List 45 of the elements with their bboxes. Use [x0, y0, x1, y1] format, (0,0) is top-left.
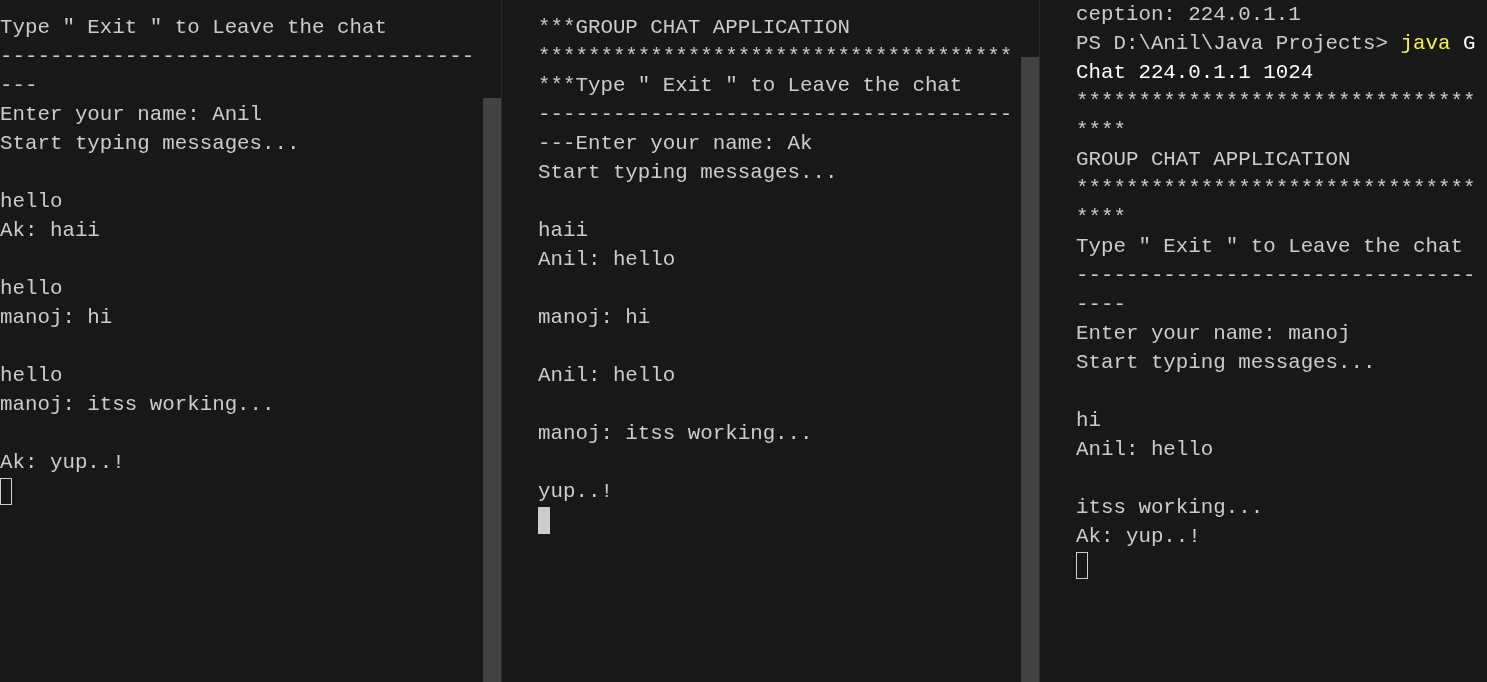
- argument-text: G: [1461, 32, 1476, 55]
- terminal-line: ***Type " Exit " to Leave the chat: [538, 73, 964, 99]
- terminal-line: ***GROUP CHAT APPLICATION: [538, 15, 851, 41]
- terminal-line: hello: [0, 276, 64, 302]
- terminal-line: hello: [0, 189, 64, 215]
- terminal-line: Anil: hello: [1076, 437, 1215, 463]
- terminal-line: Anil: hello: [538, 247, 677, 273]
- terminal-line: --------------------------------: [1076, 263, 1477, 289]
- terminal-line: manoj: hi: [538, 305, 652, 331]
- prompt-text: PS D:\Anil\Java Projects>: [1076, 32, 1389, 55]
- terminal-line: ****: [1076, 205, 1127, 231]
- terminal-line: itss working...: [1076, 495, 1265, 521]
- terminal-line: --------------------------------------: [538, 102, 1014, 128]
- terminal-line: ----: [1076, 292, 1127, 318]
- terminal-line: haii: [538, 218, 589, 244]
- terminal-line: Ak: yup..!: [0, 450, 126, 476]
- terminal-line: GROUP CHAT APPLICATION: [1076, 147, 1352, 173]
- terminal-line: ---Enter your name: Ak: [538, 131, 814, 157]
- terminal-line: Ak: haii: [0, 218, 101, 244]
- scrollbar-thumb[interactable]: [1021, 57, 1039, 682]
- terminal-line: manoj: hi: [0, 305, 114, 331]
- terminal-line: Start typing messages...: [1076, 350, 1377, 376]
- argument-text: Chat 224.0.1.1 1024: [1076, 61, 1314, 84]
- terminal-line: Start typing messages...: [538, 160, 839, 186]
- scrollbar-thumb[interactable]: [483, 98, 501, 682]
- command-text: java: [1400, 32, 1451, 55]
- terminal-line: hi: [1076, 408, 1102, 434]
- terminal-line: Type " Exit " to Leave the chat: [0, 15, 388, 41]
- terminal-line: ****: [1076, 118, 1127, 144]
- terminal-line: Anil: hello: [538, 363, 677, 389]
- terminal-line: Type " Exit " to Leave the chat: [1076, 234, 1464, 260]
- terminal-line: Start typing messages...: [0, 131, 301, 157]
- terminal-line: manoj: itss working...: [0, 392, 276, 418]
- terminal-line: ********************************: [1076, 89, 1477, 115]
- terminal-line: ception: 224.0.1.1: [1076, 2, 1302, 28]
- terminal-line: hello: [0, 363, 64, 389]
- terminal-line: manoj: itss working...: [538, 421, 814, 447]
- terminal-line: Ak: yup..!: [1076, 524, 1202, 550]
- terminal-line: --------------------------------------: [0, 44, 476, 70]
- terminal-line: Enter your name: Anil: [0, 102, 264, 128]
- terminal-line: yup..!: [538, 479, 614, 505]
- terminal-line: ---: [0, 73, 39, 99]
- terminal-line: **************************************: [538, 44, 1014, 70]
- terminal-line: Enter your name: manoj: [1076, 321, 1352, 347]
- terminal-line: ********************************: [1076, 176, 1477, 202]
